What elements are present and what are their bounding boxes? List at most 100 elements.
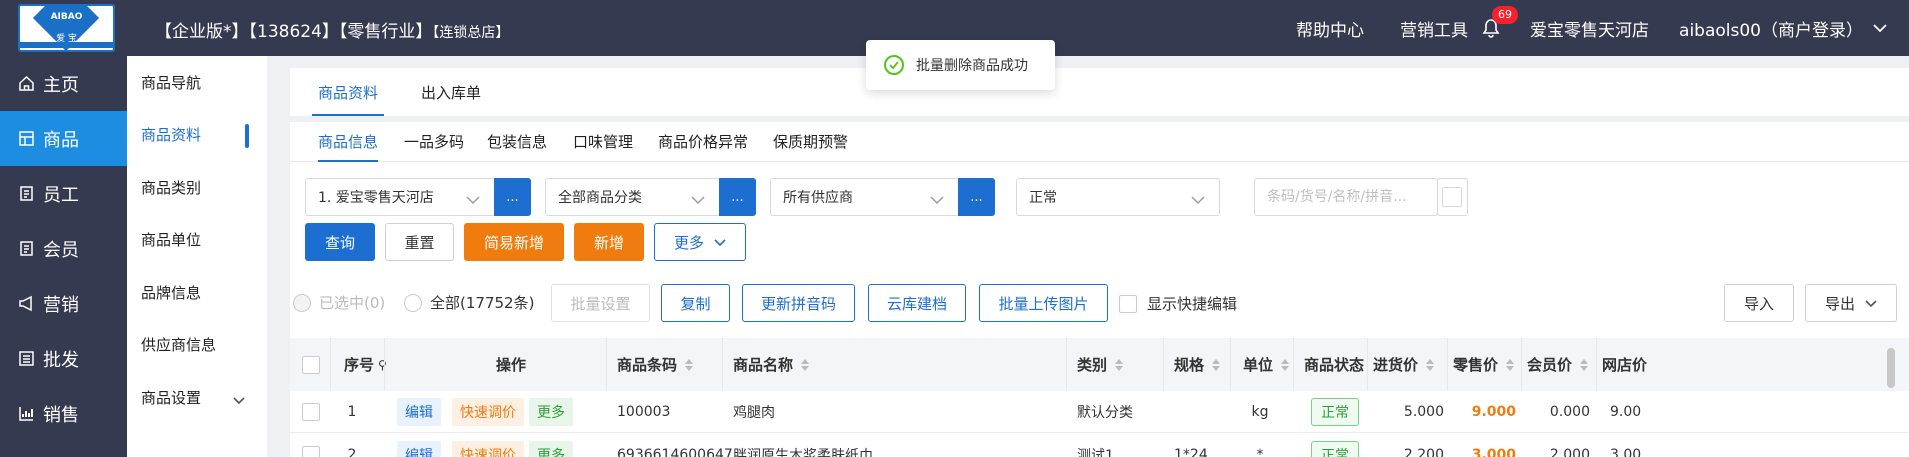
col-online: 网店价 <box>1602 356 1648 374</box>
chevron-down-icon <box>233 391 245 409</box>
col-index-label: 序号 <box>344 356 375 374</box>
reset-button[interactable]: 重置 <box>385 223 454 261</box>
query-button[interactable]: 查询 <box>305 223 375 261</box>
row-more-button[interactable]: 更多 <box>529 441 573 457</box>
selected-radio[interactable]: 已选中(0) <box>293 292 385 313</box>
category-select[interactable]: 全部商品分类 <box>545 178 720 216</box>
sidebar-item-label: 会员 <box>43 239 79 261</box>
search-input[interactable] <box>1255 179 1437 215</box>
col-name[interactable]: 商品名称 <box>733 338 810 391</box>
import-button[interactable]: 导入 <box>1724 284 1794 322</box>
simple-add-button[interactable]: 简易新增 <box>464 223 564 261</box>
category-picker-button[interactable]: ... <box>719 178 756 216</box>
tab-stock-in-out[interactable]: 出入库单 <box>421 68 481 116</box>
status-badge: 正常 <box>1311 398 1359 426</box>
col-name-label: 商品名称 <box>733 356 794 374</box>
sidebar-item-marketing[interactable]: 营销 <box>0 276 127 331</box>
search-option-checkbox[interactable] <box>1442 187 1462 207</box>
sidebar-item-label: 销售 <box>43 404 79 426</box>
col-unit-label: 单位 <box>1243 356 1274 374</box>
subnav-item-goods-settings[interactable]: 商品设置 <box>127 371 267 424</box>
help-center-link[interactable]: 帮助中心 <box>1296 16 1364 41</box>
header-select-all[interactable] <box>302 338 320 391</box>
export-button[interactable]: 导出 <box>1805 284 1897 322</box>
main-sidebar: 主页 商品 员工 会员 营销 批发 销售 <box>0 56 127 457</box>
subnav-item-goods-info[interactable]: 商品资料 <box>127 109 267 162</box>
select-all-checkbox[interactable] <box>302 355 320 374</box>
table-row[interactable]: 2 编辑 快速调价 更多 6936614600647 胖润原生木浆柔肤纸巾 测试… <box>290 434 1909 457</box>
cell-online: 3.00 <box>1610 447 1642 457</box>
col-barcode[interactable]: 商品条码 <box>617 338 694 391</box>
subnav-item-goods-category[interactable]: 商品类别 <box>127 161 267 214</box>
account-menu[interactable]: aibaols00（商户登录） <box>1679 16 1887 41</box>
col-index: 序号 ⚲ <box>344 338 387 391</box>
sort-icon <box>1506 358 1515 371</box>
vertical-scrollbar[interactable] <box>1887 348 1895 388</box>
show-quick-edit-checkbox[interactable]: 显示快捷编辑 <box>1119 293 1237 314</box>
subnav-item-supplier-info[interactable]: 供应商信息 <box>127 319 267 372</box>
store-picker-button[interactable]: ... <box>494 178 531 216</box>
cell-cost: 2.200 <box>1403 447 1444 457</box>
table-row[interactable]: 1 编辑 快速调价 更多 100003 鸡腿肉 默认分类 kg 正常 5.000… <box>290 391 1909 433</box>
col-retail[interactable]: 零售价 <box>1453 338 1515 391</box>
supplier-picker-button[interactable]: ... <box>958 178 995 216</box>
quick-price-button[interactable]: 快速调价 <box>452 441 524 457</box>
notification-bell[interactable]: 69 <box>1482 6 1519 38</box>
col-spec-label: 规格 <box>1174 356 1205 374</box>
home-icon <box>19 75 34 91</box>
marketing-tools-link[interactable]: 营销工具 <box>1400 16 1468 41</box>
row-checkbox[interactable] <box>302 403 320 421</box>
tab-goods-info[interactable]: 商品资料 <box>311 68 385 116</box>
store-name[interactable]: 爱宝零售天河店 <box>1530 16 1649 41</box>
more-button[interactable]: 更多 <box>654 223 746 261</box>
tab-price-anomaly[interactable]: 商品价格异常 <box>658 131 748 162</box>
cell-retail: 3.000 <box>1471 447 1516 457</box>
chevron-down-icon <box>930 193 944 209</box>
all-radio[interactable]: 全部(17752条) <box>404 292 534 313</box>
sidebar-item-wholesale[interactable]: 批发 <box>0 331 127 386</box>
cloud-create-button[interactable]: 云库建档 <box>868 284 966 322</box>
sidebar-item-goods[interactable]: 商品 <box>0 111 127 166</box>
check-circle-icon <box>884 55 904 75</box>
sidebar-item-sales[interactable]: 销售 <box>0 386 127 441</box>
store-select[interactable]: 1. 爱宝零售天河店 <box>305 178 495 216</box>
subnav-item-goods-navigation[interactable]: 商品导航 <box>127 56 267 109</box>
status-select[interactable]: 正常 <box>1016 178 1220 216</box>
chevron-down-icon <box>704 233 726 251</box>
col-cost[interactable]: 进货价 <box>1373 338 1435 391</box>
account-label: aibaols00（商户登录） <box>1679 20 1863 41</box>
supplier-select[interactable]: 所有供应商 <box>770 178 959 216</box>
tab-flavor-management[interactable]: 口味管理 <box>573 131 633 162</box>
sidebar-item-member[interactable]: 会员 <box>0 221 127 276</box>
page-title: 【企业版*】【138624】【零售行业】【连锁总店】 <box>155 17 509 42</box>
row-checkbox[interactable] <box>302 446 320 457</box>
tab-multi-barcode[interactable]: 一品多码 <box>404 131 464 162</box>
col-unit[interactable]: 单位 <box>1243 338 1290 391</box>
cell-member: 2.000 <box>1549 447 1590 457</box>
row-more-button[interactable]: 更多 <box>529 398 573 426</box>
sort-icon <box>801 358 810 371</box>
batch-settings-button[interactable]: 批量设置 <box>551 284 650 322</box>
cell-unit: kg <box>1251 404 1269 420</box>
tab-package-info[interactable]: 包装信息 <box>487 131 547 162</box>
copy-button[interactable]: 复制 <box>661 284 730 322</box>
subnav-item-brand-info[interactable]: 品牌信息 <box>127 266 267 319</box>
title-main: 【企业版*】【138624】【零售行业】 <box>155 22 433 42</box>
edit-button[interactable]: 编辑 <box>397 398 441 426</box>
title-store-type: 【连锁总店】 <box>432 25 510 41</box>
quick-price-button[interactable]: 快速调价 <box>452 398 524 426</box>
col-spec[interactable]: 规格 <box>1174 338 1221 391</box>
aibao-logo[interactable]: AIBAO 爱 宝 <box>18 4 115 52</box>
subnav-item-goods-unit[interactable]: 商品单位 <box>127 214 267 267</box>
tab-expiry-warning[interactable]: 保质期预警 <box>773 131 848 162</box>
show-quick-edit-label: 显示快捷编辑 <box>1147 295 1238 313</box>
col-category[interactable]: 类别 <box>1077 338 1124 391</box>
sidebar-item-staff[interactable]: 员工 <box>0 166 127 221</box>
col-member[interactable]: 会员价 <box>1527 338 1589 391</box>
sidebar-item-home[interactable]: 主页 <box>0 56 127 111</box>
edit-button[interactable]: 编辑 <box>397 441 441 457</box>
update-pinyin-button[interactable]: 更新拼音码 <box>742 284 855 322</box>
batch-upload-images-button[interactable]: 批量上传图片 <box>979 284 1108 322</box>
tab-goods-information[interactable]: 商品信息 <box>318 131 379 162</box>
add-button[interactable]: 新增 <box>574 223 644 261</box>
